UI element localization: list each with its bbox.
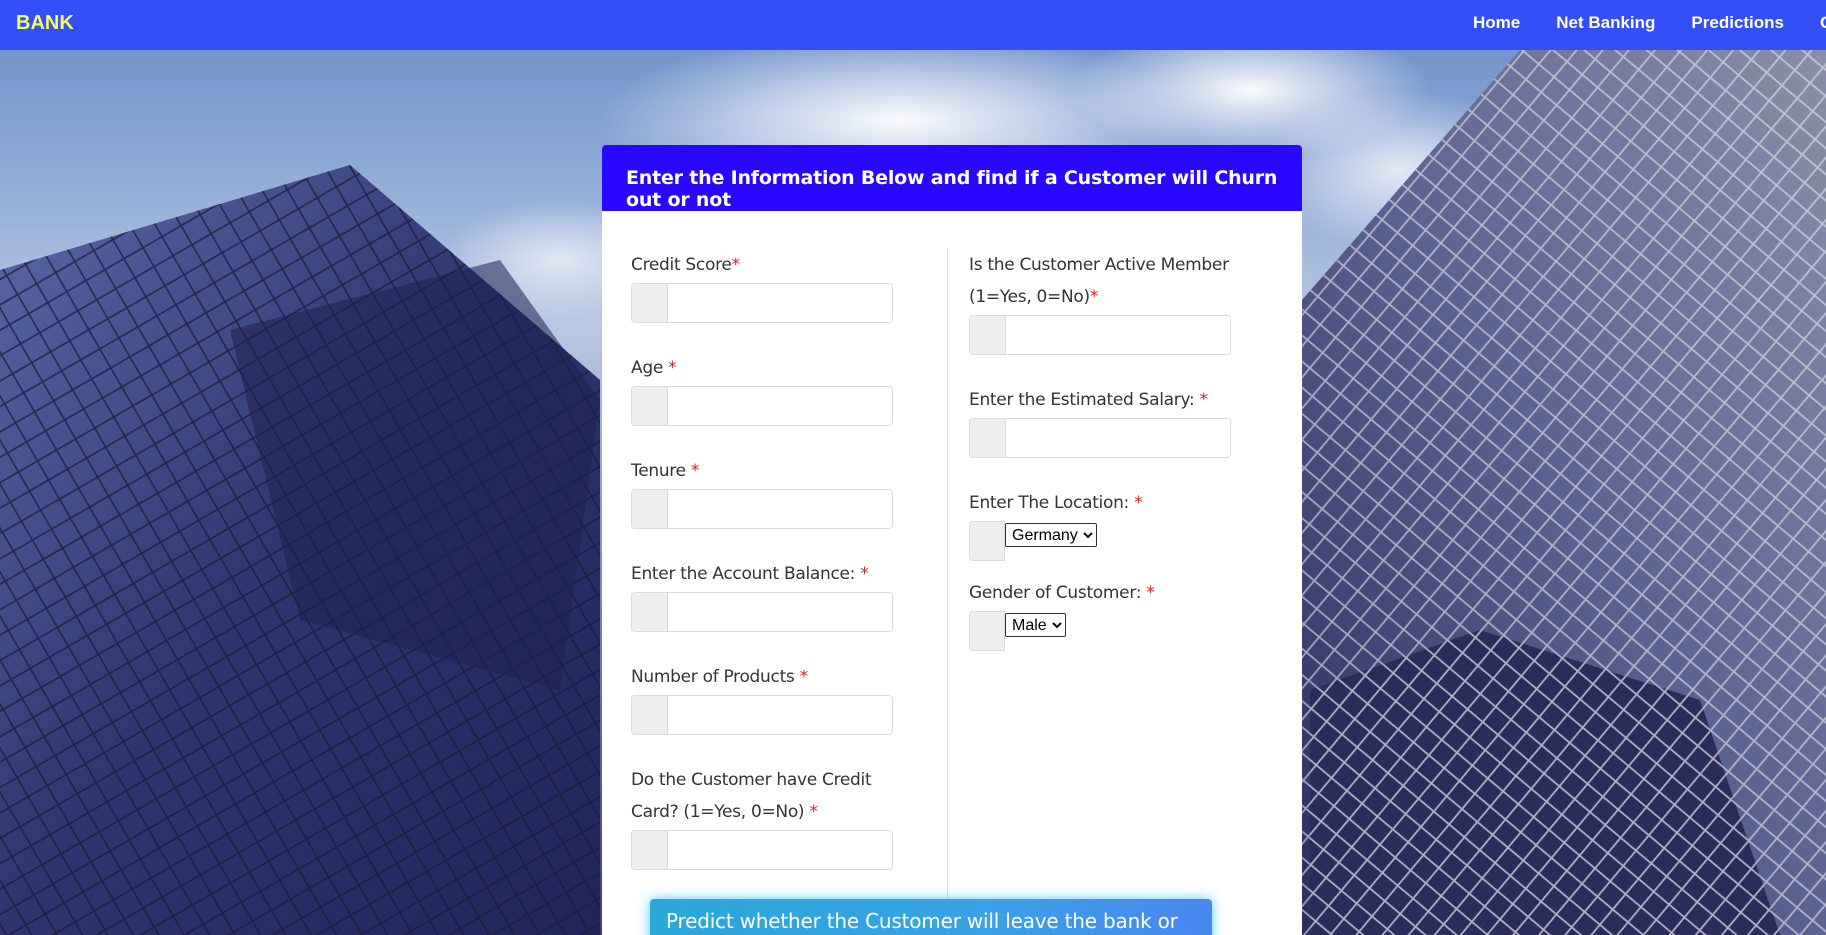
age-group: Age * xyxy=(631,352,931,426)
nav-link-contact[interactable]: Co xyxy=(1820,13,1826,33)
num-products-input-wrap xyxy=(631,695,893,735)
required-mark: * xyxy=(809,802,818,822)
required-mark: * xyxy=(1089,287,1099,307)
credit-score-input[interactable] xyxy=(668,284,892,322)
required-mark: * xyxy=(731,255,741,275)
credit-card-label: Do the Customer have Credit Card? (1=Yes… xyxy=(631,770,872,822)
credit-card-input-wrap xyxy=(631,830,893,870)
active-member-group: Is the Customer Active Member (1=Yes, 0=… xyxy=(969,249,1289,355)
estimated-salary-input[interactable] xyxy=(1006,419,1230,457)
credit-card-input[interactable] xyxy=(668,831,892,869)
tenure-label: Tenure xyxy=(631,461,691,481)
required-mark: * xyxy=(1146,583,1155,603)
input-addon xyxy=(969,611,1005,651)
num-products-group: Number of Products * xyxy=(631,661,931,735)
account-balance-label: Enter the Account Balance: xyxy=(631,564,861,584)
location-group: Enter The Location: * Germany xyxy=(969,487,1289,561)
estimated-salary-input-wrap xyxy=(969,418,1231,458)
required-mark: * xyxy=(1134,493,1143,513)
credit-card-group: Do the Customer have Credit Card? (1=Yes… xyxy=(631,764,921,870)
required-mark: * xyxy=(668,358,677,378)
age-input[interactable] xyxy=(668,387,892,425)
gender-group: Gender of Customer: * Male xyxy=(969,577,1289,651)
age-input-wrap xyxy=(631,386,893,426)
tenure-input[interactable] xyxy=(668,490,892,528)
num-products-input[interactable] xyxy=(668,696,892,734)
input-addon xyxy=(970,419,1006,457)
nav-link-home[interactable]: Home xyxy=(1473,13,1520,33)
location-label: Enter The Location: xyxy=(969,493,1135,513)
active-member-label: Is the Customer Active Member (1=Yes, 0=… xyxy=(969,255,1229,307)
account-balance-input[interactable] xyxy=(668,593,892,631)
gender-select[interactable]: Male xyxy=(1005,613,1066,637)
required-mark: * xyxy=(860,564,869,584)
input-addon xyxy=(632,593,668,631)
input-addon xyxy=(632,387,668,425)
age-label: Age xyxy=(631,358,669,378)
num-products-label: Number of Products xyxy=(631,667,800,687)
brand-logo[interactable]: BANK xyxy=(16,12,74,35)
credit-score-input-wrap xyxy=(631,283,893,323)
input-addon xyxy=(632,831,668,869)
gender-label: Gender of Customer: xyxy=(969,583,1147,603)
input-addon xyxy=(969,521,1005,561)
input-addon xyxy=(632,490,668,528)
prediction-form-card: Enter the Information Below and find if … xyxy=(602,145,1302,935)
active-member-input-wrap xyxy=(969,315,1231,355)
input-addon xyxy=(632,696,668,734)
estimated-salary-group: Enter the Estimated Salary: * xyxy=(969,384,1289,458)
nav-link-net-banking[interactable]: Net Banking xyxy=(1556,13,1655,33)
required-mark: * xyxy=(799,667,809,687)
location-select[interactable]: Germany xyxy=(1005,523,1097,547)
predict-button[interactable]: Predict whether the Customer will leave … xyxy=(650,899,1212,935)
top-navbar: BANK Home Net Banking Predictions Co xyxy=(0,0,1826,50)
credit-score-group: Credit Score* xyxy=(631,249,931,323)
credit-score-label: Credit Score xyxy=(631,255,732,275)
account-balance-group: Enter the Account Balance: * xyxy=(631,558,931,632)
nav-links: Home Net Banking Predictions Co xyxy=(1473,13,1826,33)
estimated-salary-label: Enter the Estimated Salary: xyxy=(969,390,1200,410)
input-addon xyxy=(970,316,1006,354)
nav-link-predictions[interactable]: Predictions xyxy=(1691,13,1784,33)
column-divider xyxy=(947,249,948,935)
active-member-input[interactable] xyxy=(1006,316,1230,354)
input-addon xyxy=(632,284,668,322)
tenure-group: Tenure * xyxy=(631,455,931,529)
form-title: Enter the Information Below and find if … xyxy=(602,145,1302,211)
account-balance-input-wrap xyxy=(631,592,893,632)
required-mark: * xyxy=(1199,390,1209,410)
required-mark: * xyxy=(690,461,700,481)
tenure-input-wrap xyxy=(631,489,893,529)
